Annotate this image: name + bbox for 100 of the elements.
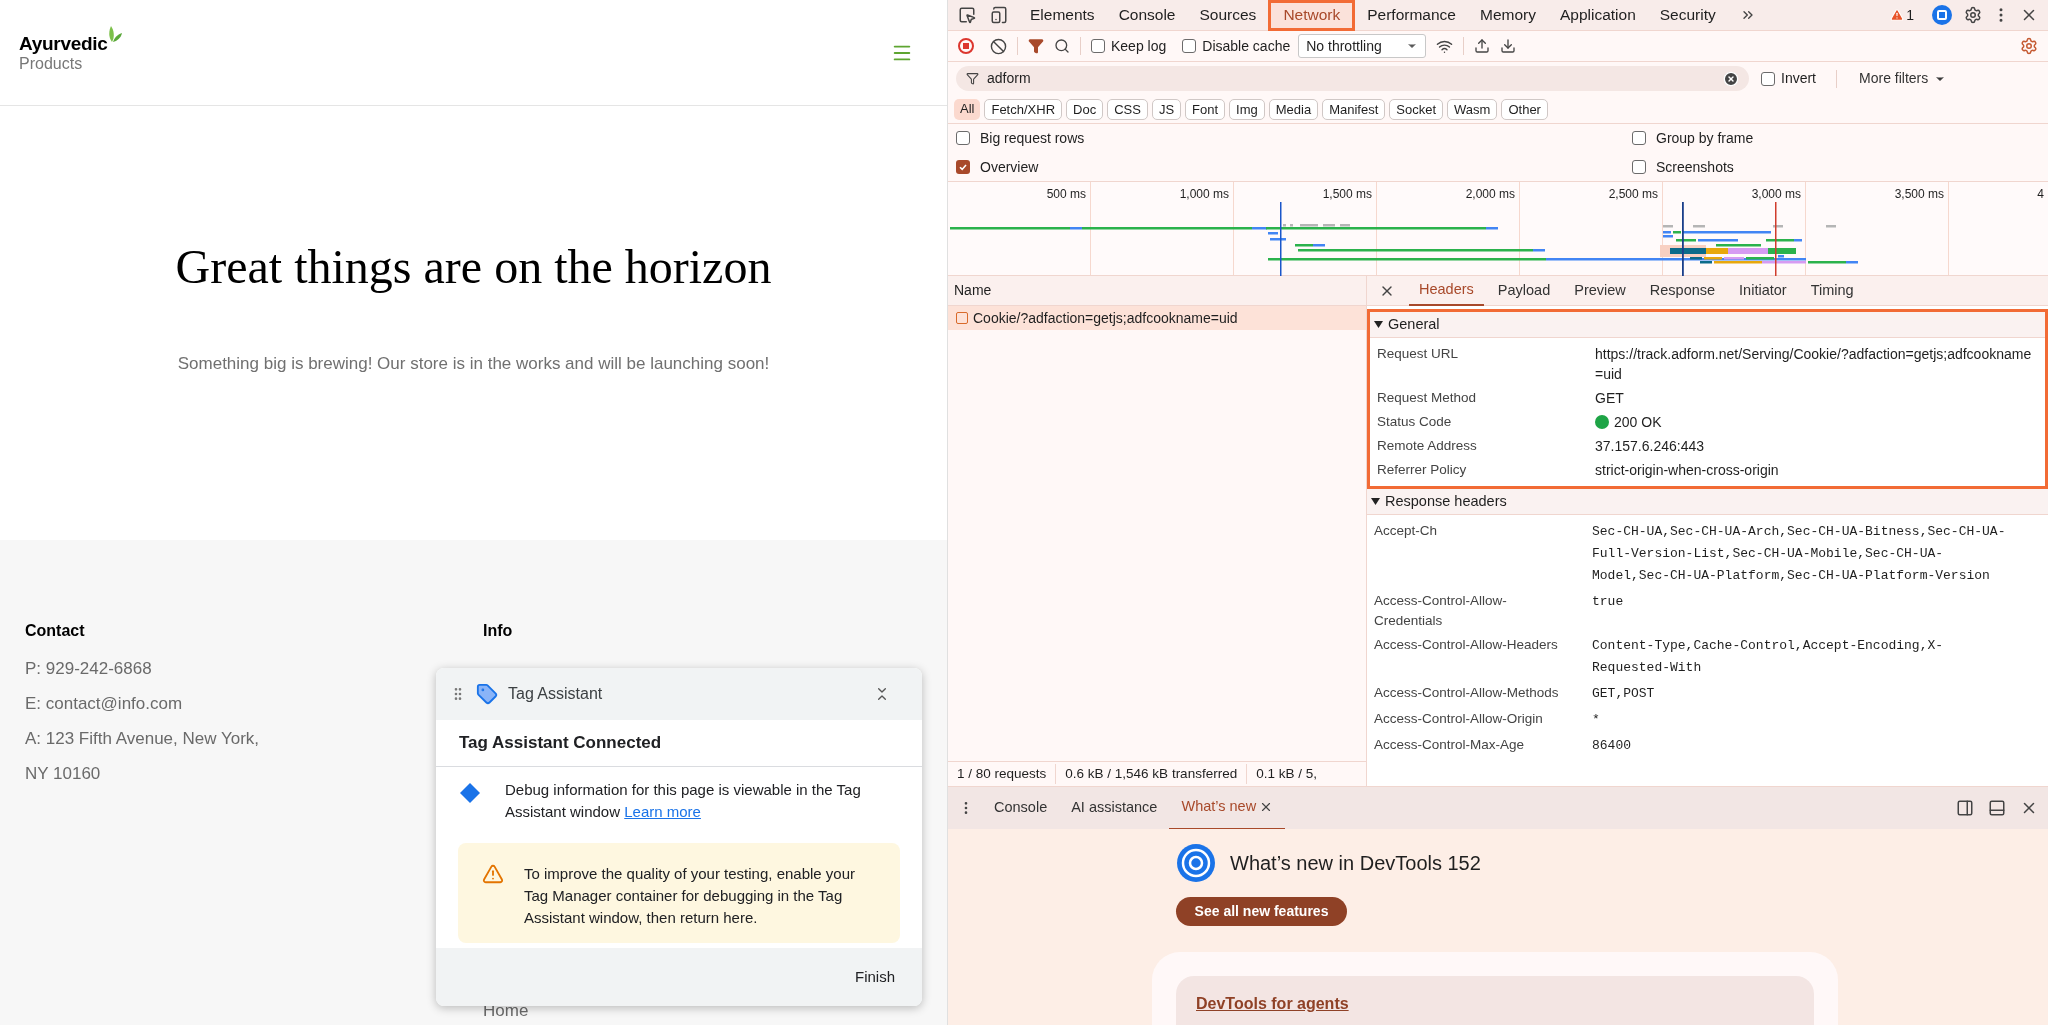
search-icon[interactable] <box>1054 38 1070 54</box>
throttling-select[interactable]: No throttling <box>1298 34 1427 58</box>
type-filter-chip[interactable]: Other <box>1501 98 1548 120</box>
header-value: 200 OK <box>1595 412 2038 432</box>
checkbox[interactable] <box>1091 39 1105 53</box>
whats-new-title: What’s new in DevTools 152 <box>1230 851 1481 876</box>
drawer-tab[interactable]: AI assistance <box>1059 786 1170 830</box>
contact-line: NY 10160 <box>25 763 101 785</box>
details-tab[interactable]: Initiator <box>1729 276 1797 306</box>
panel-tab[interactable]: Application <box>1547 0 1648 31</box>
checkmark-icon <box>958 162 968 172</box>
header-name: Access-Control-Max-Age <box>1374 736 1526 754</box>
checkbox[interactable] <box>956 160 970 174</box>
network-settings-icon[interactable] <box>2020 37 2038 55</box>
header-value: GET,POST <box>1592 685 1656 703</box>
see-features-button[interactable]: See all new features <box>1176 897 1347 926</box>
type-filter-chip[interactable]: Manifest <box>1322 98 1386 120</box>
checkbox[interactable] <box>956 131 970 145</box>
download-icon[interactable] <box>1500 38 1517 54</box>
details-tab[interactable]: Payload <box>1487 276 1561 306</box>
status-bar-item: 0.6 kB / 1,546 kB transferred <box>1056 763 1248 785</box>
device-toolbar-icon[interactable] <box>990 6 1008 24</box>
details-tab[interactable]: Response <box>1639 276 1726 306</box>
details-tab[interactable]: Preview <box>1564 276 1636 306</box>
settings-icon[interactable] <box>1964 6 1982 24</box>
type-filter-chip[interactable]: CSS <box>1107 98 1148 120</box>
checkbox-label[interactable]: Big request rows <box>980 127 1085 149</box>
column-header[interactable]: Name <box>954 280 992 301</box>
checkbox-label[interactable]: Invert <box>1781 68 1816 89</box>
header-name: Access-Control-Allow-Headers <box>1374 636 1559 654</box>
feature-link[interactable]: DevTools for agents <box>1196 995 1349 1012</box>
filter-icon <box>966 72 979 85</box>
panel-tab[interactable]: Network <box>1268 0 1356 31</box>
panel-tab[interactable]: Sources <box>1187 0 1269 31</box>
type-filter-chip[interactable]: Font <box>1185 98 1226 120</box>
type-filter-chip[interactable]: Wasm <box>1447 98 1498 120</box>
header-name: Request URL <box>1377 345 1460 363</box>
panel-tab[interactable]: Security <box>1647 0 1728 31</box>
finish-button[interactable]: Finish <box>855 965 895 989</box>
time-tick-label: 2,000 ms <box>1465 186 1515 201</box>
type-filter-chip[interactable]: Socket <box>1389 98 1444 120</box>
warning-count[interactable]: 1 <box>1906 4 1914 26</box>
logo-subtitle: Products <box>19 54 84 73</box>
checkbox[interactable] <box>1182 39 1197 53</box>
header-value: true <box>1592 593 1625 611</box>
clear-icon[interactable] <box>990 37 1007 55</box>
warning-icon[interactable] <box>1890 8 1905 22</box>
panel-tab[interactable]: Performance <box>1355 0 1468 31</box>
details-tab[interactable]: Headers <box>1409 276 1484 306</box>
record-button[interactable] <box>958 38 974 54</box>
filter-icon[interactable] <box>1028 38 1044 54</box>
type-filter-chip[interactable]: Img <box>1229 98 1265 120</box>
details-tab[interactable]: Timing <box>1800 276 1864 306</box>
type-filter-chip[interactable]: JS <box>1151 98 1182 120</box>
more-filters-dropdown[interactable]: More filters <box>1859 68 1947 89</box>
checkbox-label[interactable]: Group by frame <box>1656 127 1754 149</box>
header-name: Referrer Policy <box>1377 461 1468 479</box>
panel-tab[interactable]: Console <box>1106 0 1188 31</box>
header-value: GET <box>1595 389 1625 408</box>
checkbox-label[interactable]: Keep log <box>1111 35 1167 57</box>
browser-logo-icon <box>1176 843 1216 883</box>
type-filter-chip[interactable]: Fetch/XHR <box>984 98 1063 120</box>
checkbox[interactable] <box>1632 131 1646 145</box>
checkbox-label[interactable]: Screenshots <box>1656 156 1734 178</box>
time-tick-label: 4 <box>2037 186 2044 201</box>
header-value: strict-origin-when-cross-origin <box>1595 461 1780 480</box>
checkbox-label[interactable]: Disable cache <box>1202 35 1291 57</box>
header-value: 86400 <box>1592 737 1632 755</box>
time-tick-label: 500 ms <box>1046 186 1086 201</box>
inspect-icon[interactable] <box>958 6 976 24</box>
type-filter-chip[interactable]: All <box>954 98 981 120</box>
status-bar-item: 0.1 kB / 5, <box>1255 764 1318 783</box>
drawer-tab[interactable]: Console <box>982 786 1060 830</box>
dock-side-icon[interactable] <box>1956 799 1974 817</box>
time-tick-label: 1,500 ms <box>1322 186 1372 201</box>
status-bar-item: 1 / 80 requests <box>948 763 1057 785</box>
section-header[interactable]: General <box>1370 312 2045 338</box>
upload-icon[interactable] <box>1474 38 1491 54</box>
panel-tab[interactable]: Memory <box>1467 0 1548 31</box>
panel-tab[interactable]: Elements <box>1018 0 1107 31</box>
filter-field[interactable]: adform <box>956 66 1749 91</box>
tag-icon <box>476 683 498 705</box>
contact-line: E: contact@info.com <box>25 693 183 715</box>
header-name: Access-Control-Allow-Methods <box>1374 684 1560 702</box>
type-filter-chip[interactable]: Media <box>1268 98 1319 120</box>
time-tick-label: 3,500 ms <box>1894 186 1944 201</box>
request-row[interactable]: Cookie/?adfaction=getjs;adfcookname=uid <box>948 306 1366 330</box>
expand-triangle-icon <box>1371 497 1380 506</box>
warning-icon <box>482 863 504 885</box>
checkbox-label[interactable]: Overview <box>980 156 1039 178</box>
learn-more-link[interactable]: Learn more <box>624 803 701 820</box>
dock-bottom-icon[interactable] <box>1988 799 2006 817</box>
logo-name[interactable]: Ayurvedic <box>19 32 108 55</box>
contact-line: P: 929-242-6868 <box>25 658 152 680</box>
checkbox[interactable] <box>1761 71 1775 86</box>
section-header[interactable]: Response headers <box>1367 489 2048 515</box>
ai-assistant-icon[interactable] <box>1932 5 1952 25</box>
time-tick-label: 2,500 ms <box>1608 186 1658 201</box>
type-filter-chip[interactable]: Doc <box>1066 98 1104 120</box>
checkbox[interactable] <box>1632 160 1646 174</box>
